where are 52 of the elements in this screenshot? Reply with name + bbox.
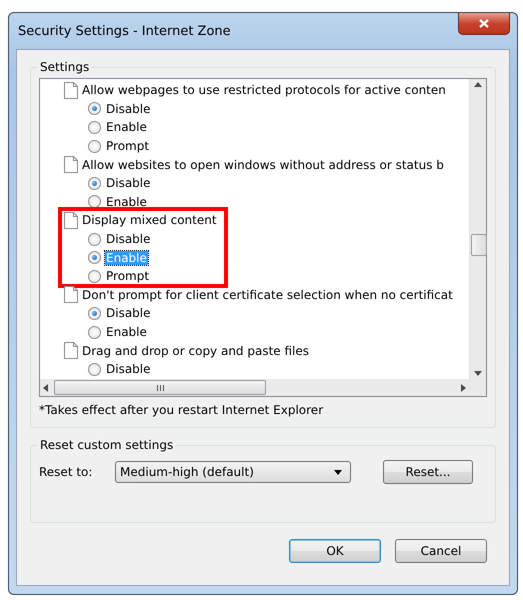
radio-button[interactable]: [88, 232, 101, 246]
vertical-scrollbar[interactable]: [469, 79, 486, 379]
group-legend: Settings: [37, 60, 92, 74]
radio-button[interactable]: [88, 140, 101, 153]
setting-heading: Don't prompt for client certificate selection when no certificat: [82, 288, 453, 302]
radio-button[interactable]: [88, 195, 101, 208]
dialog-button[interactable]: OK: [289, 539, 381, 563]
option-label[interactable]: Disable: [105, 362, 152, 376]
option-label[interactable]: Enable: [105, 194, 148, 209]
radio-button[interactable]: [88, 362, 101, 376]
reset-dropdown[interactable]: Medium-high (default): [115, 461, 351, 483]
radio-button[interactable]: [88, 306, 101, 320]
radio-button[interactable]: [88, 270, 101, 283]
window-title: Security Settings - Internet Zone: [17, 24, 231, 38]
group-legend: Reset custom settings: [37, 438, 176, 452]
option-label[interactable]: Disable: [105, 176, 152, 190]
radio-button[interactable]: [88, 326, 101, 339]
setting-heading: Drag and drop or copy and paste files: [82, 344, 310, 358]
setting-heading: Display mixed content: [82, 213, 217, 228]
setting-heading: Allow websites to open windows without address or status b: [82, 158, 444, 172]
close-button[interactable]: [458, 13, 510, 35]
document-icon: [64, 212, 78, 229]
document-icon: [64, 82, 78, 99]
scroll-left-icon[interactable]: [43, 384, 48, 392]
radio-button[interactable]: [88, 102, 101, 116]
close-icon: [479, 19, 489, 28]
scroll-right-icon[interactable]: [461, 384, 466, 392]
option-label[interactable]: Disable: [105, 306, 152, 320]
document-icon: [64, 156, 78, 174]
option-label[interactable]: Prompt: [105, 139, 150, 154]
grip-icon: [156, 384, 164, 390]
document-icon: [64, 286, 78, 304]
radio-button[interactable]: [88, 251, 101, 264]
radio-button[interactable]: [88, 120, 101, 134]
option-label[interactable]: Enable: [105, 120, 148, 134]
horizontal-scrollbar[interactable]: [40, 379, 469, 396]
document-icon: [64, 342, 78, 360]
reset-label: Reset to:: [39, 465, 94, 479]
scroll-down-icon[interactable]: [474, 371, 482, 376]
radio-button[interactable]: [88, 176, 101, 190]
option-label[interactable]: Prompt: [105, 269, 150, 284]
caret-icon: [334, 470, 342, 474]
dialog-button[interactable]: Cancel: [395, 539, 487, 563]
option-label[interactable]: Enable: [105, 325, 148, 340]
reset-button[interactable]: Reset...: [383, 460, 473, 484]
scroll-thumb[interactable]: [54, 380, 266, 395]
setting-heading: Allow webpages to use restricted protocols for active conten: [82, 83, 446, 98]
option-label[interactable]: Disable: [105, 232, 152, 246]
scroll-thumb[interactable]: [471, 234, 487, 256]
scroll-up-icon[interactable]: [474, 82, 482, 87]
restart-note: *Takes effect after you restart Internet Explorer: [39, 402, 324, 419]
option-label[interactable]: Disable: [105, 102, 152, 116]
